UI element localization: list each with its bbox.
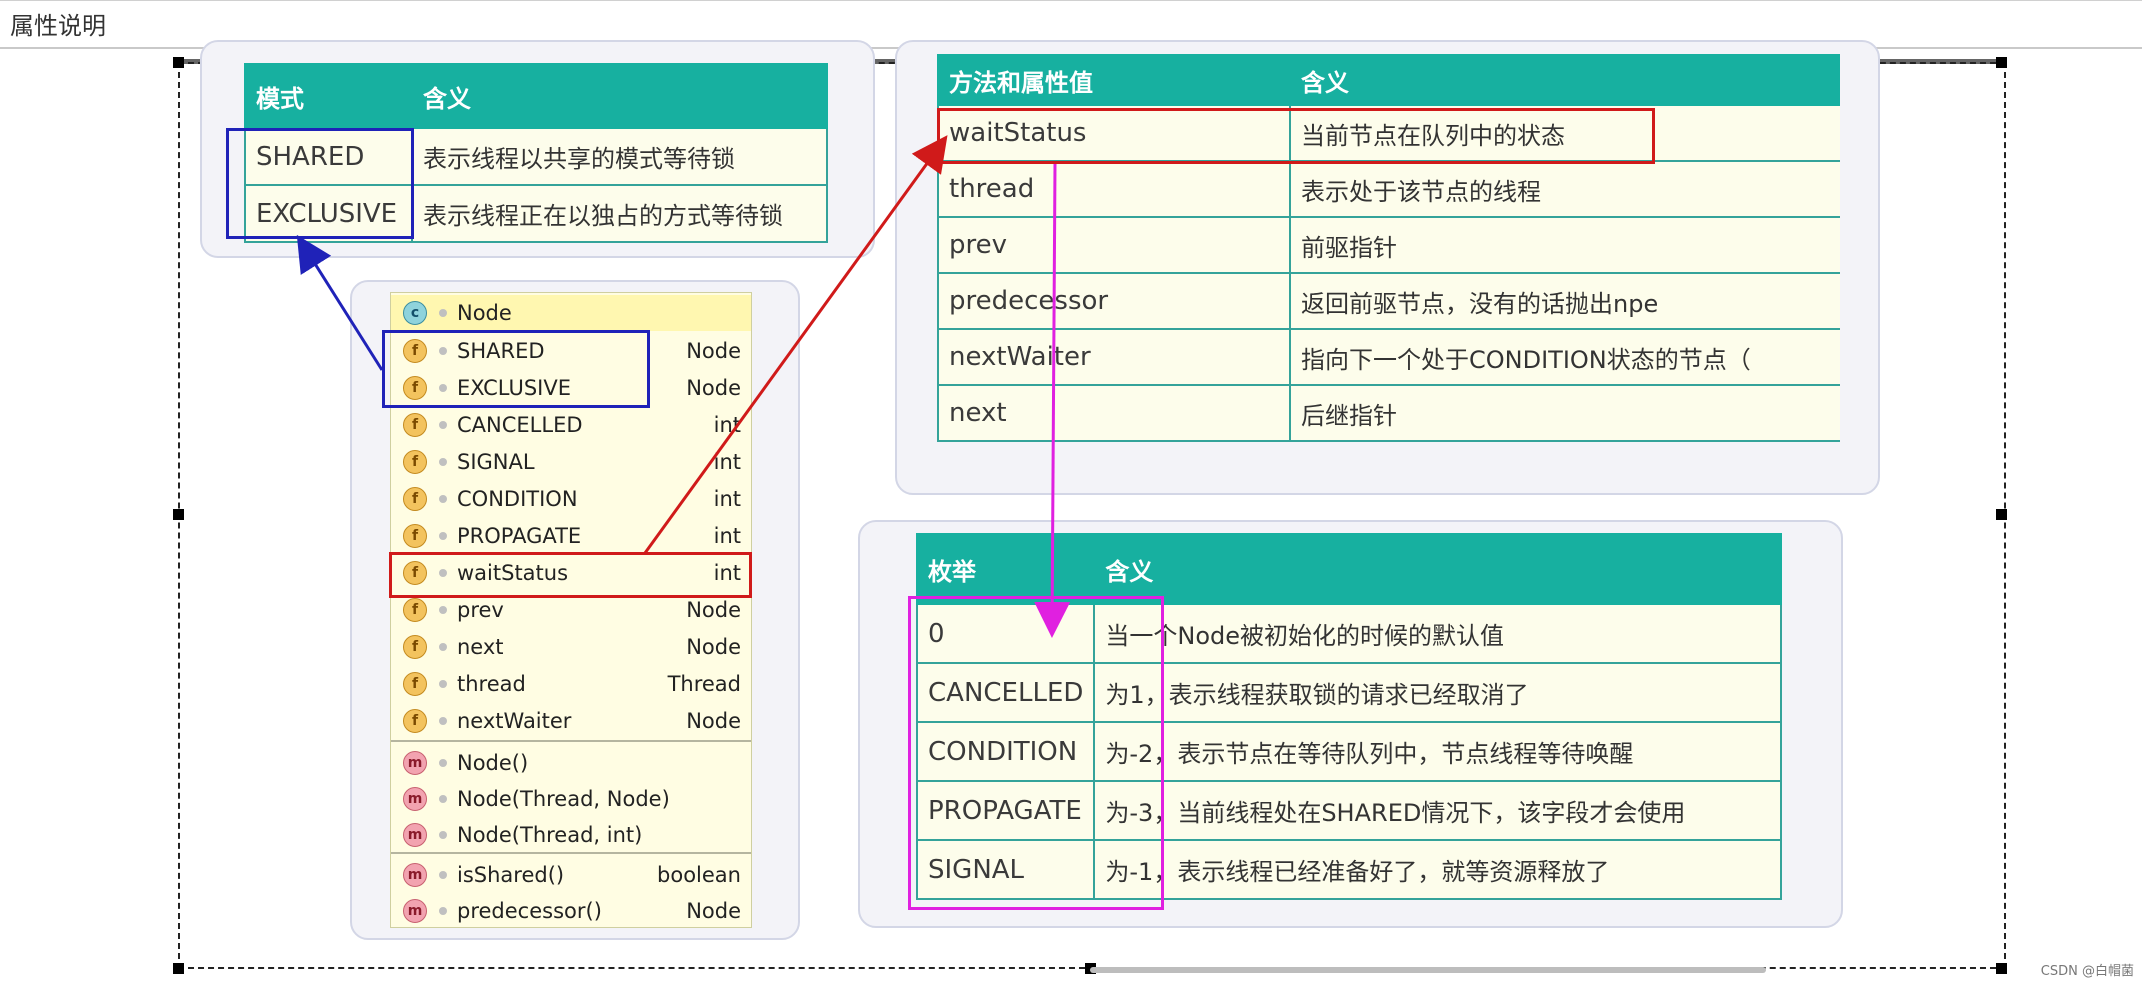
watermark: CSDN @白帽菌 xyxy=(2040,964,2134,979)
magenta-arrow xyxy=(1034,163,1071,638)
connector-arrows xyxy=(296,135,1071,638)
red-arrow xyxy=(643,135,948,554)
blue-arrow xyxy=(296,234,384,371)
